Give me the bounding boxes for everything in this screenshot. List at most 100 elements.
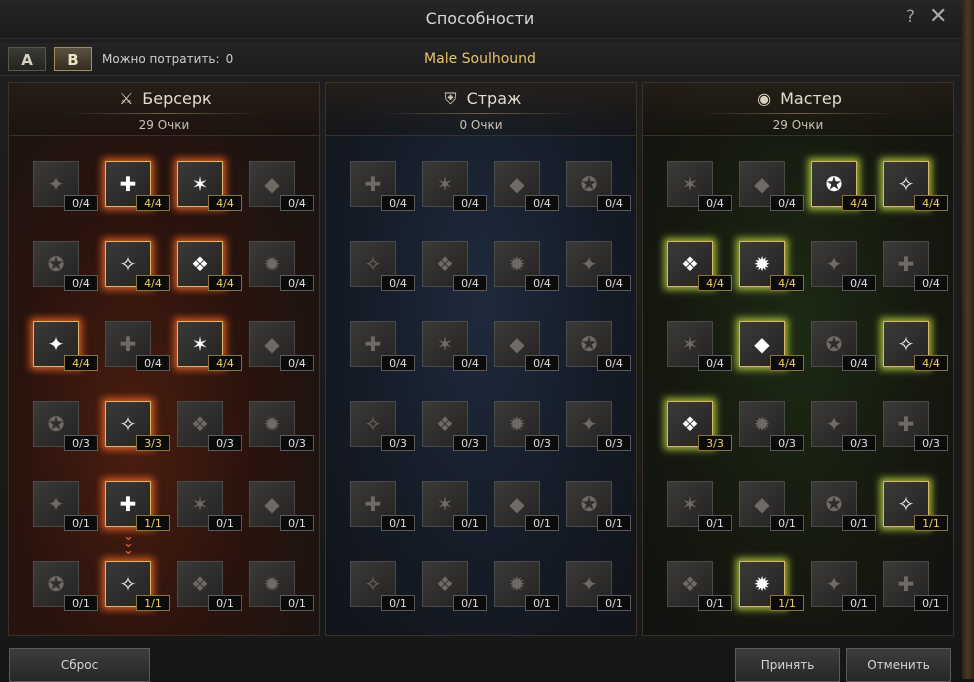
close-icon[interactable]: ✕ (929, 4, 947, 29)
divider (698, 113, 898, 114)
skill-slot[interactable]: ✹ 0/4 (494, 241, 559, 291)
cancel-button[interactable]: Отменить (846, 648, 951, 682)
skill-slot[interactable]: ✦ 0/4 (811, 241, 876, 291)
skill-level: 0/4 (453, 195, 487, 211)
skill-slot[interactable]: ✧ 3/3 (105, 401, 170, 451)
skill-slot[interactable]: ❖ 0/1 (177, 561, 242, 611)
skill-slot[interactable]: ❖ 0/1 (667, 561, 732, 611)
skill-slot[interactable]: ✦ 0/1 (811, 561, 876, 611)
skill-slot[interactable]: ✧ 0/1 (350, 561, 415, 611)
skill-slot[interactable]: ✧ 4/4 (883, 161, 948, 211)
skill-slot[interactable]: ✶ 0/1 (177, 481, 242, 531)
skill-level: 0/3 (64, 435, 98, 451)
bottom-bar: Сброс Принять Отменить (0, 640, 974, 682)
skill-slot[interactable]: ✪ 0/4 (566, 321, 631, 371)
skill-tree-title: ⛨ Страж (326, 89, 636, 109)
skill-slot[interactable]: ✚ 0/4 (350, 161, 415, 211)
skill-slot[interactable]: ✪ 0/4 (566, 161, 631, 211)
skill-slot[interactable]: ✚ 0/1 (350, 481, 415, 531)
skill-slot[interactable]: ✚ 0/4 (883, 241, 948, 291)
skill-level: 0/4 (597, 195, 631, 211)
skill-slot[interactable]: ✶ 0/4 (422, 321, 487, 371)
skill-slot[interactable]: ✦ 0/1 (566, 561, 631, 611)
skill-level: 0/3 (381, 435, 415, 451)
skill-slot[interactable]: ✚ 0/4 (105, 321, 170, 371)
skill-level: 4/4 (770, 355, 804, 371)
skill-level: 0/1 (842, 515, 876, 531)
window-frame-edge (962, 0, 974, 679)
skill-slot[interactable]: ✧ 0/3 (350, 401, 415, 451)
skill-slot[interactable]: ✹ 0/1 (249, 561, 314, 611)
skill-slot[interactable]: ✶ 4/4 (177, 321, 242, 371)
skill-slot[interactable]: ✦ 0/3 (811, 401, 876, 451)
skill-slot[interactable]: ❖ 4/4 (177, 241, 242, 291)
skill-slot[interactable]: ❖ 4/4 (667, 241, 732, 291)
skill-slot[interactable]: ✶ 0/1 (422, 481, 487, 531)
skill-slot[interactable]: ✧ 1/1 (105, 561, 170, 611)
skill-slot[interactable]: ✹ 4/4 (739, 241, 804, 291)
skill-slot[interactable]: ✪ 0/3 (33, 401, 98, 451)
skill-slot[interactable]: ✪ 4/4 (811, 161, 876, 211)
divider (64, 113, 264, 114)
skill-level: 0/1 (698, 595, 732, 611)
skill-slot[interactable]: ✧ 0/4 (350, 241, 415, 291)
skill-slot[interactable]: ✧ 4/4 (105, 241, 170, 291)
skill-slot[interactable]: ✚ 0/1 (883, 561, 948, 611)
skill-slot[interactable]: ✪ 0/4 (33, 241, 98, 291)
skill-slot[interactable]: ✧ 4/4 (883, 321, 948, 371)
skill-level: 4/4 (914, 355, 948, 371)
skill-slot[interactable]: ◆ 0/4 (494, 321, 559, 371)
skill-level: 4/4 (914, 195, 948, 211)
skill-slot[interactable]: ✚ 1/1 (105, 481, 170, 531)
window-title: Способности (425, 9, 535, 28)
skill-slot[interactable]: ◆ 4/4 (739, 321, 804, 371)
skill-slot[interactable]: ✶ 4/4 (177, 161, 242, 211)
skill-slot[interactable]: ✹ 0/3 (494, 401, 559, 451)
skill-slot[interactable]: ❖ 0/4 (422, 241, 487, 291)
skill-slot[interactable]: ◆ 0/1 (494, 481, 559, 531)
skill-slot[interactable]: ❖ 0/3 (177, 401, 242, 451)
skill-slot[interactable]: ❖ 0/1 (422, 561, 487, 611)
skill-slot[interactable]: ◆ 0/4 (249, 161, 314, 211)
skill-slot[interactable]: ✧ 1/1 (883, 481, 948, 531)
skill-slot[interactable]: ◆ 0/4 (494, 161, 559, 211)
skill-level: 0/4 (64, 275, 98, 291)
skill-slot[interactable]: ✹ 0/1 (494, 561, 559, 611)
skill-slot[interactable]: ❖ 0/3 (422, 401, 487, 451)
skill-slot[interactable]: ◆ 0/1 (249, 481, 314, 531)
skill-slot[interactable]: ✪ 0/1 (33, 561, 98, 611)
skill-slot[interactable]: ✚ 4/4 (105, 161, 170, 211)
skill-slot[interactable]: ✶ 0/4 (667, 321, 732, 371)
skill-level: 0/1 (525, 595, 559, 611)
skill-slot[interactable]: ◆ 0/4 (249, 321, 314, 371)
skill-slot[interactable]: ✹ 0/4 (249, 241, 314, 291)
skill-slot[interactable]: ✹ 1/1 (739, 561, 804, 611)
skill-level: 3/3 (698, 435, 732, 451)
skill-slot[interactable]: ✹ 0/3 (249, 401, 314, 451)
skill-slot[interactable]: ◆ 0/4 (739, 161, 804, 211)
skill-level: 0/1 (453, 595, 487, 611)
skill-slot[interactable]: ✪ 0/1 (566, 481, 631, 531)
skill-slot[interactable]: ✶ 0/4 (422, 161, 487, 211)
skill-level: 4/4 (770, 275, 804, 291)
skill-slot[interactable]: ✦ 0/4 (33, 161, 98, 211)
skill-slot[interactable]: ❖ 3/3 (667, 401, 732, 451)
skill-slot[interactable]: ✚ 0/3 (883, 401, 948, 451)
skill-slot[interactable]: ✪ 0/1 (811, 481, 876, 531)
skill-slot[interactable]: ✦ 0/1 (33, 481, 98, 531)
skill-level: 0/3 (525, 435, 559, 451)
skill-slot[interactable]: ✦ 0/3 (566, 401, 631, 451)
skill-slot[interactable]: ✶ 0/4 (667, 161, 732, 211)
skill-slot[interactable]: ✦ 0/4 (566, 241, 631, 291)
help-icon[interactable]: ? (906, 7, 915, 27)
skill-slot[interactable]: ✹ 0/3 (739, 401, 804, 451)
accept-button[interactable]: Принять (735, 648, 840, 682)
skill-slot[interactable]: ◆ 0/1 (739, 481, 804, 531)
skill-slot[interactable]: ✪ 0/4 (811, 321, 876, 371)
reset-button[interactable]: Сброс (9, 648, 150, 682)
skill-slot[interactable]: ✦ 4/4 (33, 321, 98, 371)
skill-slot[interactable]: ✶ 0/1 (667, 481, 732, 531)
skill-level: 0/3 (453, 435, 487, 451)
skill-tree-2: ◉ Мастер 29 Очки ✶ 0/4 ◆ 0/4 ✪ 4/4 ✧ 4/4 ❖ 4/4 ✹ 4/4 ✦ 0… (642, 82, 954, 636)
skill-slot[interactable]: ✚ 0/4 (350, 321, 415, 371)
